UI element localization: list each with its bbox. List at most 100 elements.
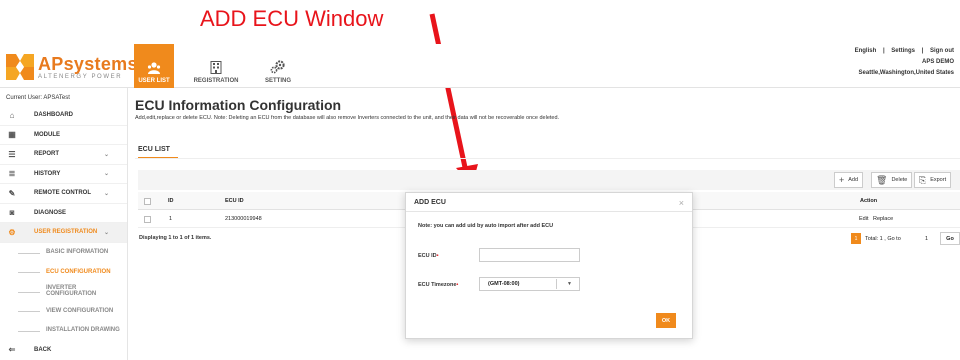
- table-toolbar: + Add 🗑 Delete ⎘ Export: [138, 170, 960, 190]
- top-navigation: USER LIST REGISTRATION SETTING: [134, 44, 320, 88]
- camera-icon: ◙: [9, 208, 15, 218]
- gears-icon: ⚙: [8, 227, 16, 237]
- sidebar-item-label: USER REGISTRATION: [34, 229, 98, 236]
- export-button-label: Export: [930, 177, 947, 183]
- ecu-timezone-select[interactable]: (GMT-08:00) ▼: [479, 277, 580, 291]
- ecu-timezone-label-text: ECU Timezone: [418, 282, 457, 288]
- plus-icon: +: [839, 175, 845, 185]
- pagination-summary: Displaying 1 to 1 of 1 items.: [139, 235, 212, 241]
- required-mark: •: [436, 253, 439, 259]
- page-number-button[interactable]: 1: [851, 233, 861, 244]
- grid-icon: ▦: [8, 130, 16, 140]
- select-divider: [556, 279, 557, 289]
- add-button-label: Add: [848, 177, 859, 183]
- list-icon: ☰: [8, 149, 16, 159]
- separator: |: [882, 48, 885, 54]
- wrench-icon: ✎: [8, 188, 16, 198]
- database-icon: ≣: [8, 169, 16, 179]
- sidebar-item-dashboard[interactable]: ⌂ DASHBOARD: [0, 106, 127, 126]
- ecu-timezone-value: (GMT-08:00): [488, 281, 520, 287]
- topnav-registration[interactable]: REGISTRATION: [193, 44, 239, 88]
- brand-name: APsystems: [38, 53, 138, 74]
- replace-link[interactable]: Replace: [873, 210, 893, 228]
- back-icon: ⇐: [8, 345, 16, 355]
- topnav-label: USER LIST: [138, 78, 170, 84]
- sidebar-item-history[interactable]: ≣ HISTORY ⌄: [0, 165, 127, 184]
- dialog-note: Note: you can add uid by auto import aft…: [418, 223, 554, 229]
- ecu-id-input[interactable]: [479, 248, 580, 262]
- column-header-id[interactable]: ID: [168, 192, 174, 210]
- app-header: APsystems ALTENERGY POWER USER LIST REGI…: [0, 44, 960, 88]
- sidebar-subitem-ecu-configuration[interactable]: ECU CONFIGURATION: [0, 262, 127, 282]
- sidebar-item-label: MODULE: [34, 131, 60, 138]
- apsystems-logo-icon: [6, 54, 34, 80]
- add-button[interactable]: + Add: [834, 172, 864, 188]
- row-checkbox[interactable]: [144, 215, 151, 223]
- sidebar-item-remote-control[interactable]: ✎ REMOTE CONTROL ⌄: [0, 184, 127, 204]
- sidebar-item-label: REMOTE CONTROL: [34, 190, 91, 197]
- trash-icon: 🗑: [876, 174, 888, 185]
- edit-link[interactable]: Edit: [859, 210, 868, 228]
- account-location: Seattle,Washington,United States: [858, 70, 954, 76]
- ecu-id-label: ECU ID•: [418, 253, 439, 259]
- sidebar-item-user-registration[interactable]: ⚙ USER REGISTRATION ⌄: [0, 223, 127, 243]
- select-all-checkbox[interactable]: [144, 197, 151, 205]
- ecu-timezone-label: ECU Timezone•: [418, 282, 458, 288]
- logo[interactable]: APsystems ALTENERGY POWER: [6, 54, 138, 80]
- sidebar: Current User: APSATest ⌂ DASHBOARD ▦ MOD…: [0, 88, 128, 360]
- settings-link[interactable]: Settings: [891, 48, 915, 54]
- sidebar-subitem-basic-information[interactable]: BASIC INFORMATION: [0, 243, 127, 263]
- required-mark: •: [456, 282, 459, 288]
- topnav-label: REGISTRATION: [193, 78, 239, 84]
- ecu-id-label-text: ECU ID: [418, 253, 437, 259]
- account-name: APS DEMO: [921, 59, 954, 65]
- topnav-user-list[interactable]: USER LIST: [134, 44, 174, 88]
- gears-icon: [270, 60, 285, 74]
- sidebar-item-module[interactable]: ▦ MODULE: [0, 126, 127, 145]
- home-icon: ⌂: [9, 110, 15, 120]
- row-ecu-id: 213000019948: [225, 216, 262, 222]
- export-icon: ⎘: [919, 174, 927, 185]
- row-id: 1: [169, 216, 173, 222]
- building-icon: [210, 61, 222, 74]
- go-button[interactable]: Go: [940, 232, 960, 245]
- chevron-down-icon: ⌄: [103, 229, 109, 236]
- ok-button[interactable]: OK: [656, 313, 676, 328]
- pagination-total: Total: 1 , Go to: [865, 236, 901, 242]
- sidebar-item-report[interactable]: ☰ REPORT ⌄: [0, 145, 127, 165]
- chevron-down-icon: ⌄: [103, 171, 109, 178]
- sidebar-item-label: REPORT: [34, 151, 60, 158]
- sidebar-item-label: DASHBOARD: [34, 112, 73, 119]
- close-icon[interactable]: ×: [679, 198, 684, 208]
- chevron-down-icon: ⌄: [103, 151, 109, 158]
- page-description: Add,edit,replace or delete ECU. Note: De…: [135, 115, 560, 121]
- topnav-label: SETTING: [264, 78, 291, 84]
- delete-button-label: Delete: [891, 177, 908, 183]
- sidebar-item-diagnose[interactable]: ◙ DIAGNOSE: [0, 204, 127, 223]
- column-header-ecu-id[interactable]: ECU ID: [225, 192, 244, 210]
- annotation-title: ADD ECU Window: [200, 6, 384, 31]
- sidebar-subitem-installation-drawing[interactable]: INSTALLATION DRAWING: [0, 321, 127, 341]
- separator: |: [921, 48, 924, 54]
- sidebar-item-label: HISTORY: [34, 170, 61, 177]
- chevron-down-icon: ⌄: [103, 190, 109, 197]
- topnav-setting[interactable]: SETTING: [258, 44, 298, 88]
- signout-link[interactable]: Sign out: [930, 48, 954, 54]
- column-header-action: Action: [860, 198, 878, 204]
- dialog-title: ADD ECU: [414, 199, 446, 206]
- sidebar-item-back[interactable]: ⇐ BACK: [0, 340, 127, 360]
- delete-button[interactable]: 🗑 Delete: [871, 172, 913, 188]
- users-icon: [147, 62, 161, 74]
- current-user: Current User: APSATest: [6, 95, 70, 101]
- export-button[interactable]: ⎘ Export: [914, 172, 952, 188]
- sidebar-subitem-view-configuration[interactable]: VIEW CONFIGURATION: [0, 301, 127, 321]
- section-divider: [135, 158, 960, 159]
- goto-page-input[interactable]: 1: [919, 232, 934, 245]
- page-title: ECU Information Configuration: [135, 97, 342, 113]
- add-ecu-dialog: ADD ECU × Note: you can add uid by auto …: [405, 192, 693, 339]
- sidebar-item-label: DIAGNOSE: [34, 209, 67, 216]
- language-link[interactable]: English: [855, 48, 877, 54]
- brand-tagline: ALTENERGY POWER: [38, 73, 123, 80]
- sidebar-subitem-inverter-configuration[interactable]: INVERTER CONFIGURATION: [0, 282, 127, 302]
- sidebar-item-label: BACK: [34, 346, 52, 353]
